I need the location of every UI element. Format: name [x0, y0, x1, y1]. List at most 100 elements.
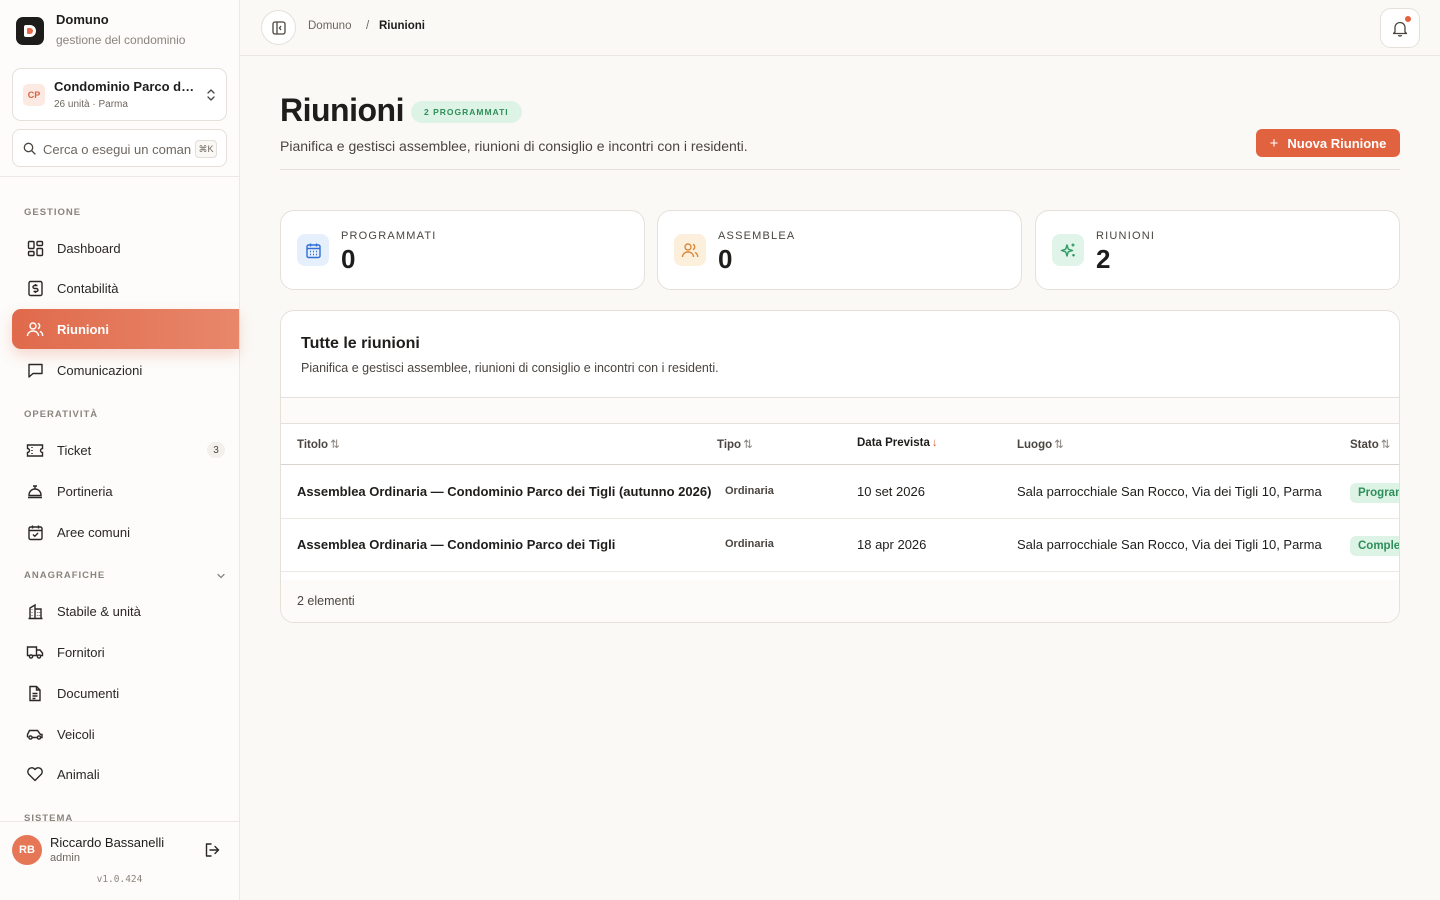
- table-toolbar: [281, 398, 1399, 423]
- cell-tipo: Ordinaria: [725, 485, 774, 497]
- sidebar-item-label: Aree comuni: [57, 524, 130, 540]
- document-icon: [26, 684, 44, 702]
- table-row[interactable]: Assemblea Ordinaria — Condominio Parco d…: [281, 466, 1399, 519]
- brand[interactable]: Domuno gestione del condominio: [16, 12, 185, 49]
- page-subtitle: Pianifica e gestisci assemblee, riunioni…: [280, 138, 748, 154]
- sidebar-item-label: Riunioni: [57, 321, 109, 337]
- brand-subtitle: gestione del condominio: [56, 33, 186, 47]
- users-icon: [674, 234, 706, 266]
- cell-luogo: Sala parrocchiale San Rocco, Via dei Tig…: [1017, 537, 1322, 552]
- sidebar-item-fornitori[interactable]: Fornitori: [12, 632, 239, 672]
- user-name: Riccardo Bassanelli: [50, 835, 165, 850]
- sidebar-item-ticket[interactable]: Ticket 3: [12, 430, 239, 470]
- chevrons-up-down-icon: [207, 89, 215, 101]
- sidebar-item-stabile[interactable]: Stabile & unità: [12, 591, 239, 631]
- car-icon: [26, 725, 44, 743]
- stat-label: RIUNIONI: [1096, 230, 1156, 242]
- calendar-icon: [297, 234, 329, 266]
- sidebar-toggle-button[interactable]: [261, 10, 296, 45]
- sidebar-item-aree-comuni[interactable]: Aree comuni: [12, 512, 239, 552]
- stat-card-assemblea: ASSEMBLEA 0: [657, 210, 1022, 290]
- sidebar-item-label: Portineria: [57, 483, 113, 499]
- plus-icon: +: [1269, 134, 1279, 152]
- condominium-switcher[interactable]: CP Condominio Parco dei Tigli 26 unità ·…: [12, 68, 227, 121]
- stat-card-riunioni: RIUNIONI 2: [1035, 210, 1400, 290]
- divider: [280, 169, 1400, 170]
- sidebar-item-dashboard[interactable]: Dashboard: [12, 228, 239, 268]
- sidebar-item-veicoli[interactable]: Veicoli: [12, 714, 239, 754]
- column-header-data-prevista[interactable]: Data Prevista ↓: [857, 437, 938, 449]
- command-search[interactable]: ⌘K: [12, 129, 227, 167]
- stat-card-programmati: PROGRAMMATI 0: [280, 210, 645, 290]
- status-badge: Programmata: [1350, 483, 1399, 503]
- dashboard-icon: [26, 239, 44, 257]
- domuno-logo-icon: [16, 16, 44, 45]
- breadcrumb-current: Riunioni: [379, 20, 425, 32]
- panel-left-icon: [271, 20, 286, 35]
- message-icon: [26, 361, 44, 379]
- sort-icon: ⇅: [743, 439, 753, 451]
- cell-tipo: Ordinaria: [725, 538, 774, 550]
- breadcrumb-separator: /: [366, 20, 370, 32]
- card-title: Tutte le riunioni: [301, 335, 420, 352]
- sidebar-item-portineria[interactable]: Portineria: [12, 471, 239, 511]
- divider: [0, 176, 239, 177]
- column-header-stato[interactable]: Stato ⇅: [1350, 437, 1390, 451]
- nav-section-operativita: OPERATIVITÀ: [24, 409, 99, 420]
- sidebar-item-label: Dashboard: [57, 240, 121, 256]
- chevron-down-icon[interactable]: [216, 572, 226, 580]
- stat-value: 0: [341, 244, 356, 274]
- bell-icon: [1392, 21, 1408, 37]
- nav-section-gestione: GESTIONE: [24, 207, 82, 218]
- column-header-titolo[interactable]: Titolo ⇅: [297, 437, 340, 451]
- ticket-count-badge: 3: [207, 442, 225, 458]
- cell-titolo: Assemblea Ordinaria — Condominio Parco d…: [297, 537, 616, 552]
- sidebar-item-documenti[interactable]: Documenti: [12, 673, 239, 713]
- nav-section-anagrafiche: ANAGRAFICHE: [24, 570, 106, 581]
- new-meeting-button[interactable]: + Nuova Riunione: [1256, 129, 1400, 157]
- sidebar-item-label: Fornitori: [57, 644, 105, 660]
- column-header-luogo[interactable]: Luogo ⇅: [1017, 437, 1064, 451]
- sidebar-item-label: Documenti: [57, 685, 120, 701]
- condo-initials-badge: CP: [23, 84, 45, 106]
- sidebar-item-animali[interactable]: Animali: [12, 754, 239, 794]
- app-version: v1.0.424: [96, 874, 143, 885]
- avatar[interactable]: RB: [12, 835, 42, 865]
- meetings-table-card: Tutte le riunioni Pianifica e gestisci a…: [280, 310, 1400, 623]
- status-badge: 2 PROGRAMMATI: [411, 101, 522, 123]
- table-footer: [281, 580, 1399, 622]
- notifications-button[interactable]: [1380, 8, 1420, 48]
- breadcrumb-root[interactable]: Domuno: [308, 20, 351, 32]
- building-icon: [26, 602, 44, 620]
- table-row[interactable]: Assemblea Ordinaria — Condominio Parco d…: [281, 519, 1399, 572]
- concierge-bell-icon: [26, 482, 44, 500]
- condo-name: Condominio Parco dei Tigli: [54, 79, 199, 94]
- sidebar-item-label: Contabilità: [57, 280, 119, 296]
- sidebar-item-contabilita[interactable]: Contabilità: [12, 268, 239, 308]
- sidebar-item-comunicazioni[interactable]: Comunicazioni: [12, 350, 239, 390]
- new-meeting-label: Nuova Riunione: [1287, 135, 1387, 151]
- cell-luogo: Sala parrocchiale San Rocco, Via dei Tig…: [1017, 484, 1322, 499]
- heart-icon: [26, 765, 44, 783]
- calendar-check-icon: [26, 523, 44, 541]
- stat-value: 0: [718, 244, 733, 274]
- stat-label: PROGRAMMATI: [341, 230, 437, 242]
- arrow-down-icon: ↓: [931, 437, 938, 449]
- table-header: Titolo ⇅ Tipo ⇅ Data Prevista ↓ Luogo ⇅ Stat…: [281, 424, 1399, 465]
- sidebar-item-label: Ticket: [57, 442, 92, 458]
- shortcut-hint: ⌘K: [195, 140, 217, 158]
- sort-icon: ⇅: [1380, 439, 1391, 451]
- sidebar-item-label: Comunicazioni: [57, 362, 143, 378]
- sort-icon: ⇅: [1054, 439, 1064, 451]
- column-header-tipo[interactable]: Tipo ⇅: [717, 437, 753, 451]
- sidebar: Domuno gestione del condominio CP Condom…: [0, 0, 240, 900]
- truck-icon: [26, 643, 44, 661]
- users-icon: [26, 320, 44, 338]
- sidebar-item-label: Veicoli: [57, 726, 95, 742]
- search-input[interactable]: [43, 139, 191, 159]
- sidebar-item-riunioni[interactable]: Riunioni: [12, 309, 239, 349]
- logout-icon[interactable]: [204, 842, 221, 858]
- card-subtitle: Pianifica e gestisci assemblee, riunioni…: [301, 361, 719, 375]
- row-count: 2 elementi: [297, 594, 355, 608]
- search-icon: [23, 142, 36, 155]
